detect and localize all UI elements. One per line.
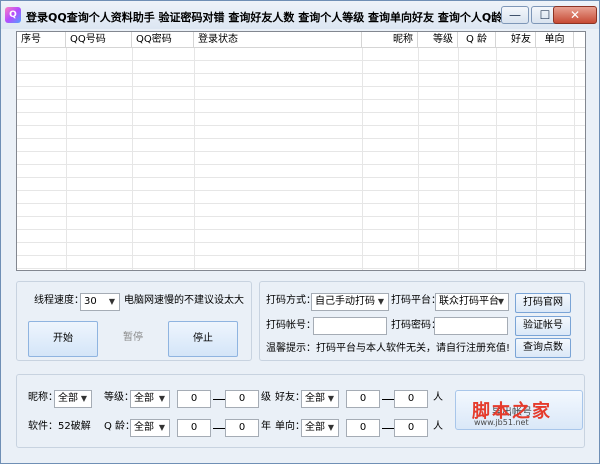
range-dash	[213, 399, 225, 400]
dropdown-arrow-icon: ▼	[327, 394, 335, 403]
column-divider	[362, 48, 363, 270]
column-divider	[458, 48, 459, 270]
range-dash	[213, 428, 225, 429]
column-header[interactable]: Q 龄	[458, 32, 496, 48]
nickname-value: 全部	[58, 393, 78, 404]
export-button[interactable]: 导出帐号 脚本之家 www.jb51.net	[455, 390, 583, 430]
column-header[interactable]: 等级	[418, 32, 458, 48]
column-divider	[574, 48, 575, 270]
qage-select[interactable]: 全部 ▼	[130, 419, 170, 437]
column-header[interactable]: 好友	[496, 32, 536, 48]
qage-min-field[interactable]: 0	[177, 419, 211, 437]
oneway-value: 全部	[305, 422, 325, 433]
column-divider	[132, 48, 133, 270]
column-divider	[536, 48, 537, 270]
stop-button[interactable]: 停止	[168, 321, 238, 357]
dropdown-arrow-icon: ▼	[80, 394, 88, 403]
watermark-url: www.jb51.net	[474, 418, 529, 427]
column-divider	[66, 48, 67, 270]
speed-value: 30	[84, 296, 97, 307]
verify-account-button[interactable]: 验证帐号	[515, 316, 571, 336]
friends-max-field[interactable]: 0	[394, 390, 428, 408]
dropdown-arrow-icon: ▼	[327, 423, 335, 432]
nickname-select[interactable]: 全部 ▼	[54, 390, 92, 408]
level-select[interactable]: 全部 ▼	[130, 390, 170, 408]
captcha-account-field[interactable]	[313, 317, 387, 335]
column-header[interactable]: 单向	[536, 32, 574, 48]
qage-max-field[interactable]: 0	[225, 419, 259, 437]
column-divider	[194, 48, 195, 270]
level-unit: 级	[261, 392, 271, 403]
friends-select[interactable]: 全部 ▼	[301, 390, 339, 408]
captcha-method-select[interactable]: 自己手动打码 ▼	[311, 293, 389, 311]
column-header[interactable]: 序号	[17, 32, 66, 48]
friends-value: 全部	[305, 393, 325, 404]
pause-button[interactable]: 暂停	[98, 321, 168, 357]
oneway-select[interactable]: 全部 ▼	[301, 419, 339, 437]
table-rows[interactable]	[17, 48, 585, 270]
captcha-hint: 温馨提示：打码平台与本人软件无关，请自行注册充值!	[266, 343, 511, 354]
start-button[interactable]: 开始	[28, 321, 98, 357]
captcha-password-field[interactable]	[434, 317, 508, 335]
qage-value: 全部	[134, 422, 154, 433]
app-icon: Q	[5, 7, 21, 23]
app-window: Q 登录QQ查询个人资料助手 验证密码对错 查询好友人数 查询个人等级 查询单向…	[0, 0, 600, 464]
table-header: 序号 QQ号码 QQ密码 登录状态 昵称 等级 Q 龄 好友 单向	[17, 32, 585, 48]
column-header[interactable]: 登录状态	[194, 32, 362, 48]
result-table[interactable]: 序号 QQ号码 QQ密码 登录状态 昵称 等级 Q 龄 好友 单向	[16, 31, 586, 271]
range-dash	[382, 399, 394, 400]
speed-note: 电脑网速慢的不建议设太大	[124, 295, 244, 306]
captcha-account-label: 打码帐号：	[266, 320, 316, 331]
column-divider	[418, 48, 419, 270]
dropdown-arrow-icon: ▼	[377, 297, 385, 306]
column-header[interactable]: QQ号码	[66, 32, 132, 48]
captcha-method-label: 打码方式：	[266, 295, 316, 306]
oneway-max-field[interactable]: 0	[394, 419, 428, 437]
qage-unit: 年	[261, 421, 271, 432]
column-header[interactable]: QQ密码	[132, 32, 194, 48]
oneway-min-field[interactable]: 0	[346, 419, 380, 437]
captcha-official-button[interactable]: 打码官网	[515, 293, 571, 313]
dropdown-arrow-icon: ▼	[108, 297, 116, 306]
column-divider	[496, 48, 497, 270]
title-bar: Q 登录QQ查询个人资料助手 验证密码对错 查询好友人数 查询个人等级 查询单向…	[1, 1, 599, 29]
friends-min-field[interactable]: 0	[346, 390, 380, 408]
level-value: 全部	[134, 393, 154, 404]
dropdown-arrow-icon: ▼	[158, 394, 166, 403]
level-min-field[interactable]: 0	[177, 390, 211, 408]
column-header[interactable]: 昵称	[362, 32, 418, 48]
close-icon[interactable]: ✕	[553, 6, 597, 24]
captcha-platform-select[interactable]: 联众打码平台 ▼	[435, 293, 509, 311]
speed-select[interactable]: 30 ▼	[80, 293, 120, 311]
dropdown-arrow-icon: ▼	[497, 297, 505, 306]
range-dash	[382, 428, 394, 429]
oneway-unit: 人	[433, 421, 443, 432]
captcha-platform-value: 联众打码平台	[439, 296, 499, 307]
dropdown-arrow-icon: ▼	[158, 423, 166, 432]
speed-label: 线程速度：	[34, 295, 84, 306]
software-label: 软件：52破解	[28, 421, 91, 432]
query-points-button[interactable]: 查询点数	[515, 338, 571, 358]
captcha-method-value: 自己手动打码	[315, 296, 375, 307]
minimize-icon[interactable]: —	[501, 6, 529, 24]
friends-unit: 人	[433, 392, 443, 403]
window-title: 登录QQ查询个人资料助手 验证密码对错 查询好友人数 查询个人等级 查询单向好友…	[26, 11, 519, 24]
captcha-platform-label: 打码平台：	[391, 295, 441, 306]
level-max-field[interactable]: 0	[225, 390, 259, 408]
